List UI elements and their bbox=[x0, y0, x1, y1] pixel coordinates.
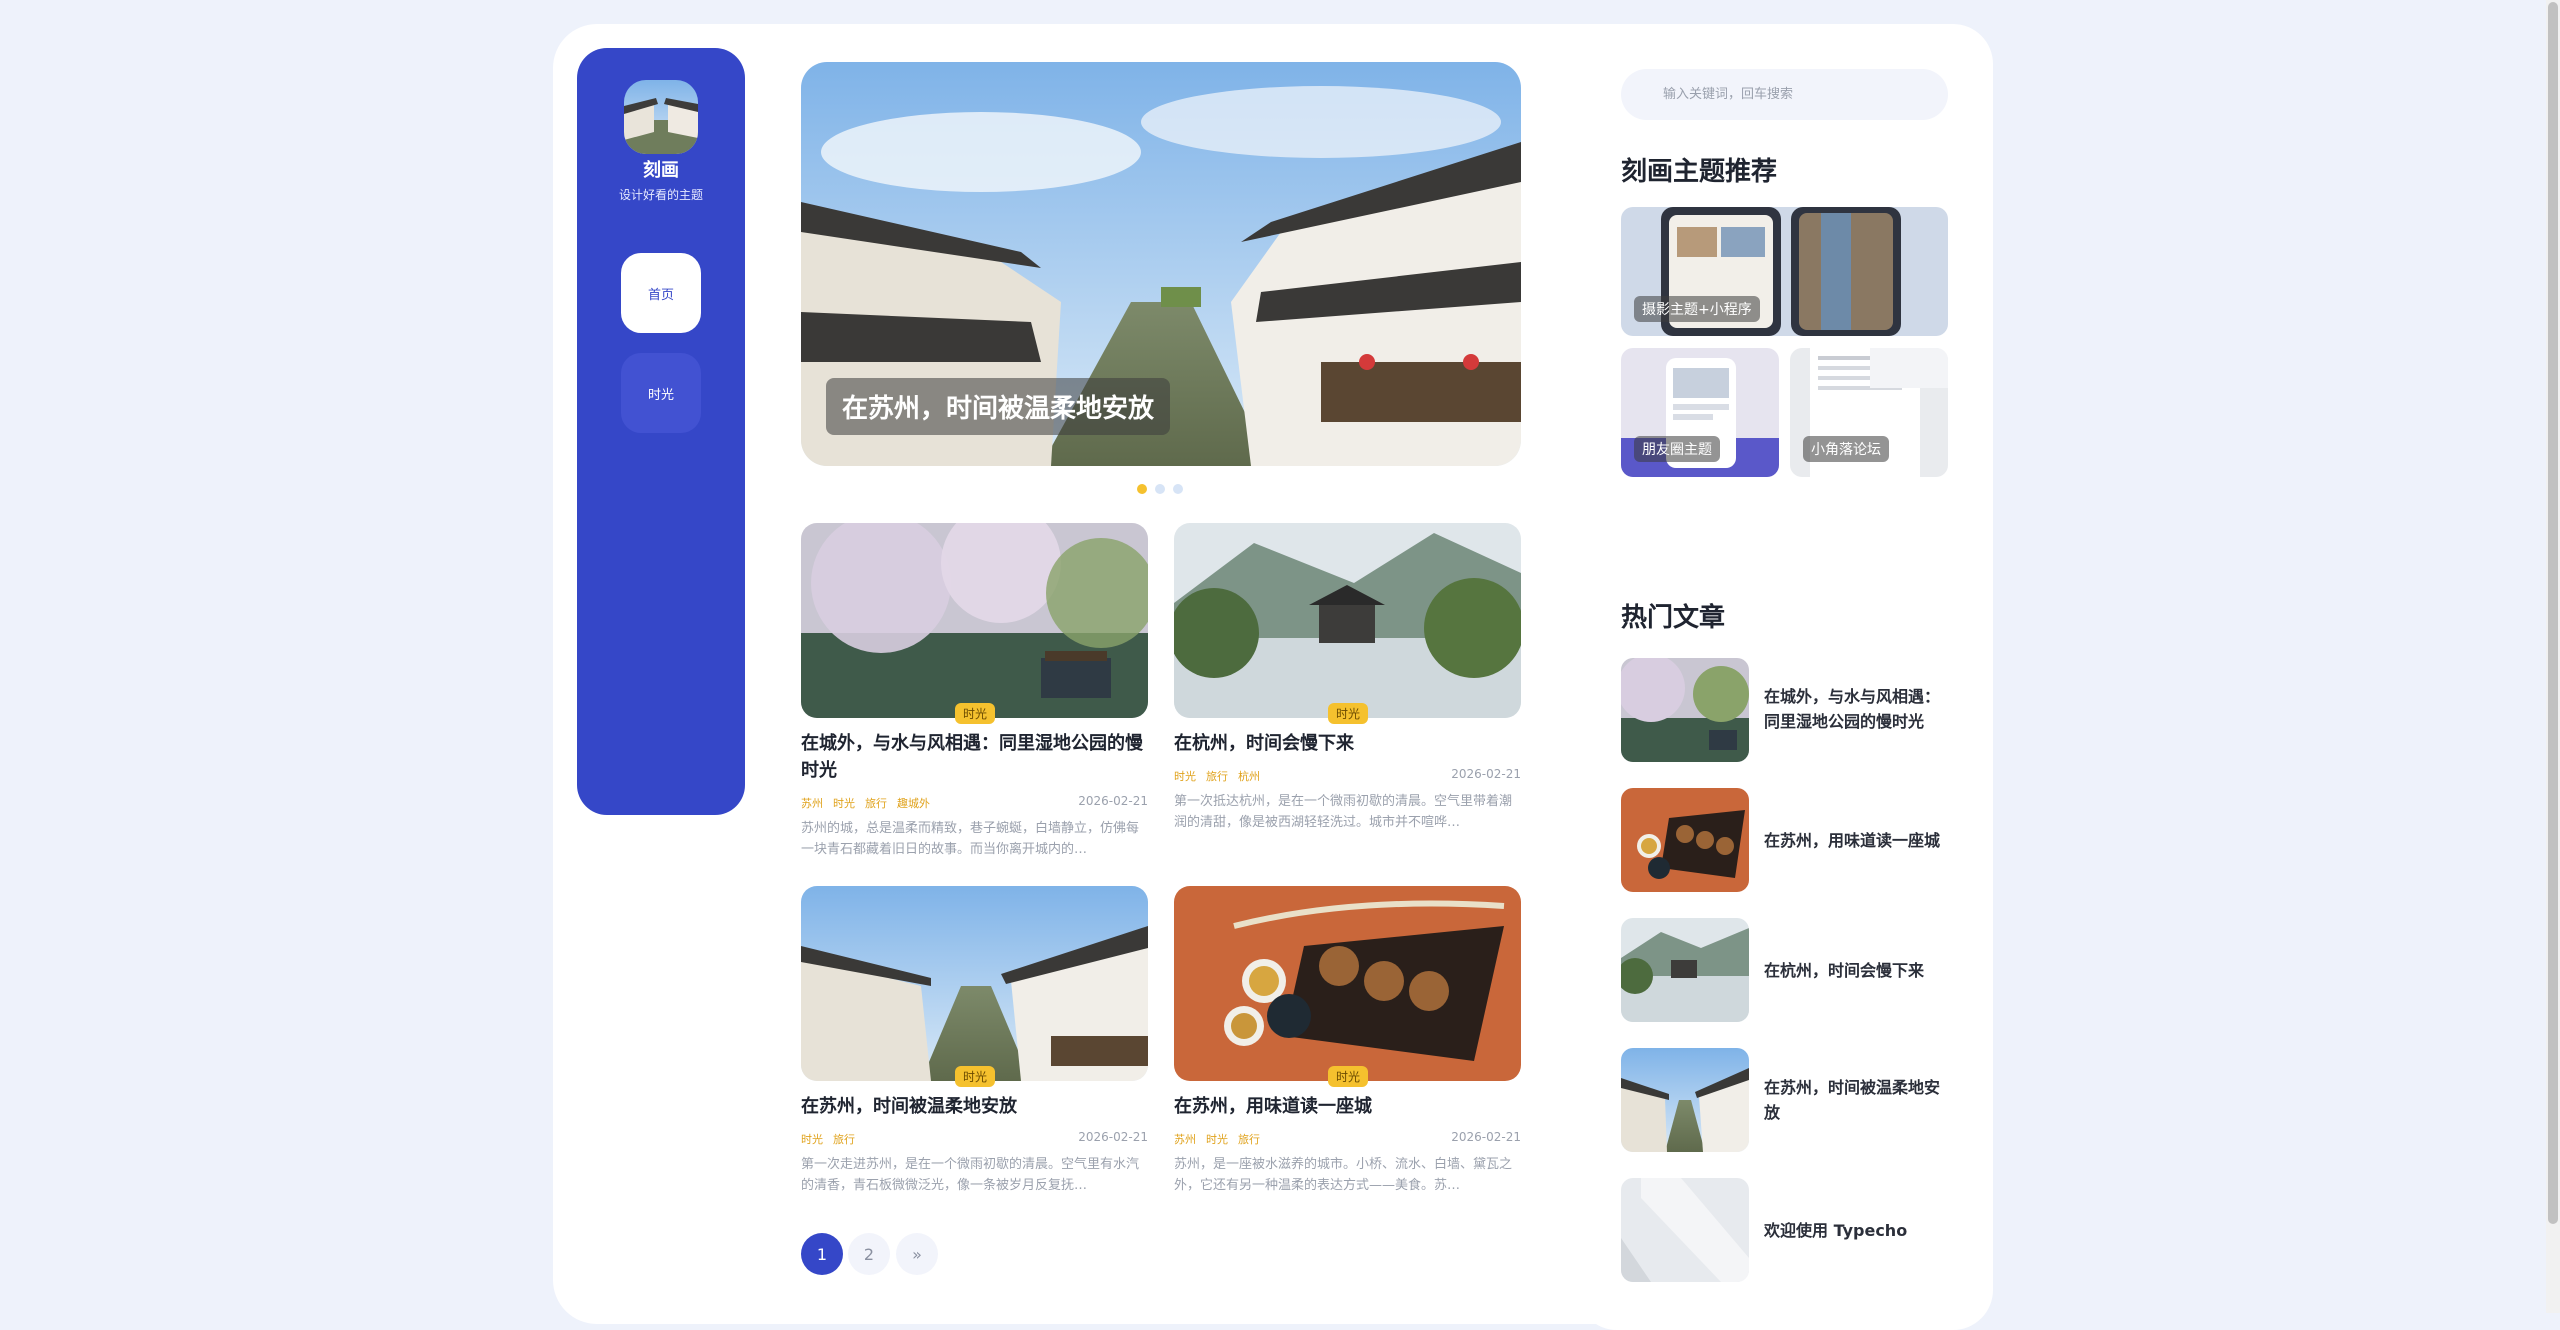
hot-post-title[interactable]: 在苏州，时间被温柔地安放 bbox=[1764, 1075, 1954, 1125]
hot-post-title[interactable]: 在苏州，用味道读一座城 bbox=[1764, 828, 1954, 853]
post-thumbnail[interactable] bbox=[801, 886, 1148, 1081]
brand-name: 刻画 bbox=[643, 160, 679, 181]
hero-caption[interactable]: 在苏州，时间被温柔地安放 bbox=[826, 378, 1171, 435]
recommend-label[interactable]: 摄影主题+小程序 bbox=[1634, 296, 1760, 322]
post-excerpt: 苏州的城，总是温柔而精致，巷子蜿蜒，白墙静立，仿佛每一块青石都藏着旧日的故事。而… bbox=[801, 821, 1140, 857]
post-date: 2026-02-21 bbox=[1451, 767, 1521, 781]
tag[interactable]: 旅行 bbox=[865, 797, 887, 810]
page-button-2[interactable]: 2 bbox=[848, 1233, 890, 1275]
hot-post-thumbnail[interactable] bbox=[1621, 658, 1749, 762]
hot-post-thumbnail[interactable] bbox=[1621, 1048, 1749, 1152]
post-excerpt: 第一次抵达杭州，是在一个微雨初歇的清晨。空气里带着潮润的清甜，像是被西湖轻轻洗过… bbox=[1174, 794, 1513, 830]
category-badge[interactable]: 时光 bbox=[1328, 1066, 1369, 1087]
post-thumbnail[interactable] bbox=[801, 523, 1148, 718]
post-title[interactable]: 在苏州，时间被温柔地安放 bbox=[801, 1093, 1148, 1120]
tag[interactable]: 旅行 bbox=[1238, 1133, 1260, 1146]
post-date: 2026-02-21 bbox=[1078, 794, 1148, 808]
tag[interactable]: 杭州 bbox=[1238, 770, 1260, 783]
tag[interactable]: 苏州 bbox=[1174, 1133, 1196, 1146]
hot-post-title[interactable]: 欢迎使用 Typecho bbox=[1764, 1218, 1954, 1243]
recommend-label[interactable]: 小角落论坛 bbox=[1803, 436, 1889, 462]
post-thumbnail[interactable] bbox=[1174, 523, 1521, 718]
nav-item-time[interactable]: 时光 bbox=[621, 353, 701, 433]
hot-post-thumbnail[interactable] bbox=[1621, 918, 1749, 1022]
post-date: 2026-02-21 bbox=[1451, 1130, 1521, 1144]
recommend-label[interactable]: 朋友圈主题 bbox=[1634, 436, 1720, 462]
post-tags: 时光 旅行 bbox=[801, 1131, 865, 1147]
hot-post-thumbnail[interactable] bbox=[1621, 788, 1749, 892]
next-page-button[interactable]: » bbox=[896, 1233, 938, 1275]
search-input[interactable] bbox=[1621, 69, 1948, 120]
post-title[interactable]: 在城外，与水与风相遇：同里湿地公园的慢时光 bbox=[801, 730, 1148, 784]
category-badge[interactable]: 时光 bbox=[1328, 703, 1369, 724]
tag[interactable]: 趣城外 bbox=[897, 797, 930, 810]
post-excerpt: 苏州，是一座被水滋养的城市。小桥、流水、白墙、黛瓦之外，它还有另一种温柔的表达方… bbox=[1174, 1157, 1513, 1193]
nav-item-home[interactable]: 首页 bbox=[621, 253, 701, 333]
tag[interactable]: 时光 bbox=[801, 1133, 823, 1146]
category-badge[interactable]: 时光 bbox=[955, 1066, 996, 1087]
post-tags: 时光 旅行 杭州 bbox=[1174, 768, 1270, 784]
carousel-dot-3[interactable] bbox=[1173, 484, 1183, 494]
hot-title: 热门文章 bbox=[1621, 603, 1726, 633]
brand-subtitle: 设计好看的主题 bbox=[618, 188, 703, 202]
hot-post-thumbnail[interactable] bbox=[1621, 1178, 1749, 1282]
post-thumbnail[interactable] bbox=[1174, 886, 1521, 1081]
hot-post-title[interactable]: 在城外，与水与风相遇：同里湿地公园的慢时光 bbox=[1764, 684, 1954, 734]
tag[interactable]: 时光 bbox=[833, 797, 855, 810]
category-badge[interactable]: 时光 bbox=[955, 703, 996, 724]
post-excerpt: 第一次走进苏州，是在一个微雨初歇的清晨。空气里有水汽的清香，青石板微微泛光，像一… bbox=[801, 1157, 1140, 1193]
post-tags: 苏州 时光 旅行 趣城外 bbox=[801, 795, 940, 811]
recommend-title: 刻画主题推荐 bbox=[1621, 157, 1778, 187]
tag[interactable]: 旅行 bbox=[833, 1133, 855, 1146]
hot-post-title[interactable]: 在杭州，时间会慢下来 bbox=[1764, 958, 1954, 983]
tag[interactable]: 旅行 bbox=[1206, 770, 1228, 783]
page-scrollbar-thumb[interactable] bbox=[2548, 2, 2558, 1224]
tag[interactable]: 苏州 bbox=[801, 797, 823, 810]
page-button-1[interactable]: 1 bbox=[801, 1233, 843, 1275]
post-tags: 苏州 时光 旅行 bbox=[1174, 1131, 1270, 1147]
tag[interactable]: 时光 bbox=[1206, 1133, 1228, 1146]
tag[interactable]: 时光 bbox=[1174, 770, 1196, 783]
post-date: 2026-02-21 bbox=[1078, 1130, 1148, 1144]
carousel-dot-1[interactable] bbox=[1137, 484, 1147, 494]
post-title[interactable]: 在杭州，时间会慢下来 bbox=[1174, 730, 1521, 757]
carousel-dot-2[interactable] bbox=[1155, 484, 1165, 494]
post-title[interactable]: 在苏州，用味道读一座城 bbox=[1174, 1093, 1521, 1120]
site-logo[interactable] bbox=[624, 80, 698, 154]
